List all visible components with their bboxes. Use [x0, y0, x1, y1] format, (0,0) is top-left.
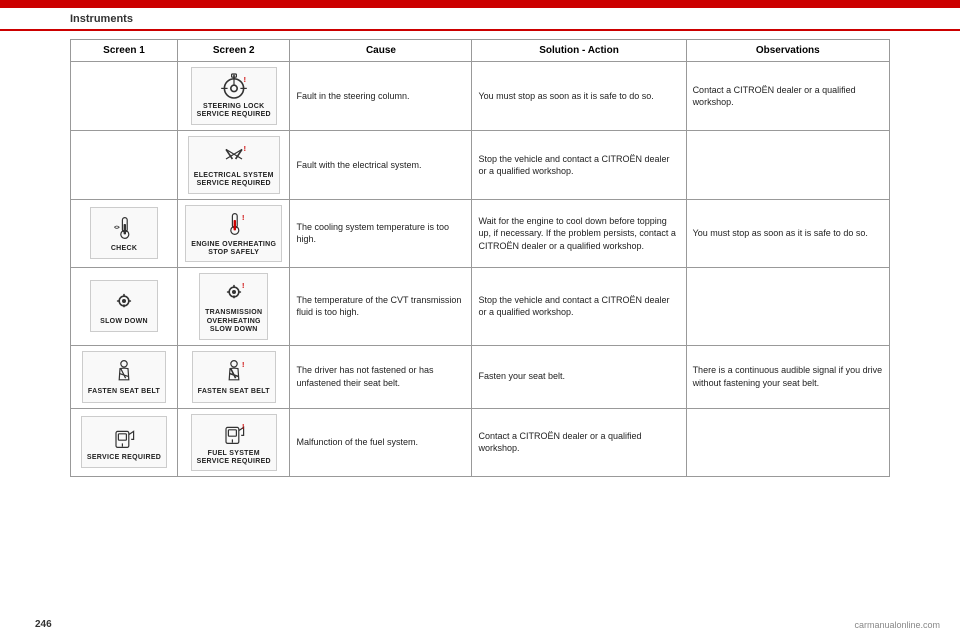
steering-lock-icon: ! [218, 72, 250, 100]
svg-text:!: ! [242, 422, 244, 431]
table-row: SLOW DOWN ! TRANSM [71, 268, 890, 345]
screen1-cell: SLOW DOWN [71, 268, 178, 345]
svg-text:!: ! [242, 281, 244, 290]
engine-overheating-icon: ! [218, 210, 250, 238]
table-row: FASTEN SEAT BELT ! FASTEN SEAT BELT [71, 345, 890, 408]
obs-cell [686, 268, 889, 345]
slowdown-icon [108, 287, 140, 315]
instrument-table: Screen 1 Screen 2 Cause Solution - Actio… [70, 39, 890, 477]
cause-cell: Fault in the steering column. [290, 62, 472, 131]
solution-cell: You must stop as soon as it is safe to d… [472, 62, 686, 131]
col-header-cause: Cause [290, 40, 472, 62]
table-row: SERVICE REQUIRED ! FUEL SYSTEMSERVICE RE… [71, 408, 890, 477]
screen1-cell: SERVICE REQUIRED [71, 408, 178, 477]
cause-cell: The temperature of the CVT transmission … [290, 268, 472, 345]
cause-cell: Malfunction of the fuel system. [290, 408, 472, 477]
screen1-cell [71, 130, 178, 199]
col-header-solution: Solution - Action [472, 40, 686, 62]
solution-cell: Fasten your seat belt. [472, 345, 686, 408]
seatbelt-screen2-icon: ! [218, 357, 250, 385]
screen2-cell: ! ENGINE OVERHEATINGSTOP SAFELY [178, 199, 290, 268]
transmission-overheating-icon: ! [218, 278, 250, 306]
obs-cell [686, 408, 889, 477]
cause-cell: The driver has not fastened or has unfas… [290, 345, 472, 408]
obs-cell: Contact a CITROËN dealer or a qualified … [686, 62, 889, 131]
svg-text:!: ! [242, 213, 244, 222]
section-header: Instruments [0, 8, 960, 31]
col-header-screen1: Screen 1 [71, 40, 178, 62]
screen1-cell: CHECK [71, 199, 178, 268]
screen2-cell: ! ELECTRICAL SYSTEMSERVICE REQUIRED [178, 130, 290, 199]
cause-cell: Fault with the electrical system. [290, 130, 472, 199]
col-header-screen2: Screen 2 [178, 40, 290, 62]
svg-text:!: ! [243, 75, 245, 84]
svg-text:!: ! [242, 360, 244, 369]
screen1-cell: FASTEN SEAT BELT [71, 345, 178, 408]
solution-cell: Contact a CITROËN dealer or a qualified … [472, 408, 686, 477]
screen2-cell: ! STEERING LOCKSERVICE REQUIRED [178, 62, 290, 131]
watermark: carmanualonline.com [854, 620, 940, 630]
seatbelt-screen1-icon [108, 357, 140, 385]
page-number: 246 [35, 619, 52, 630]
screen2-cell: ! FASTEN SEAT BELT [178, 345, 290, 408]
screen2-cell: ! TRANSMISSIONOVERHEATINGSLOW DOWN [178, 268, 290, 345]
screen2-cell: ! FUEL SYSTEMSERVICE REQUIRED [178, 408, 290, 477]
col-header-observations: Observations [686, 40, 889, 62]
obs-cell: You must stop as soon as it is safe to d… [686, 199, 889, 268]
obs-cell [686, 130, 889, 199]
table-row: CHECK ! ENGINE OVERHEATINGSTOP SAFELY [71, 199, 890, 268]
service-required-icon [108, 423, 140, 451]
solution-cell: Stop the vehicle and contact a CITROËN d… [472, 268, 686, 345]
obs-cell: There is a continuous audible signal if … [686, 345, 889, 408]
fuel-system-icon: ! [218, 419, 250, 447]
cause-cell: The cooling system temperature is too hi… [290, 199, 472, 268]
electrical-system-icon: ! [218, 141, 250, 169]
svg-text:!: ! [243, 144, 245, 153]
table-row: ! ELECTRICAL SYSTEMSERVICE REQUIRED Faul… [71, 130, 890, 199]
section-title: Instruments [70, 13, 133, 25]
solution-cell: Stop the vehicle and contact a CITROËN d… [472, 130, 686, 199]
solution-cell: Wait for the engine to cool down before … [472, 199, 686, 268]
engine-check-icon [108, 214, 140, 242]
screen1-cell [71, 62, 178, 131]
table-row: ! STEERING LOCKSERVICE REQUIRED Fault in… [71, 62, 890, 131]
